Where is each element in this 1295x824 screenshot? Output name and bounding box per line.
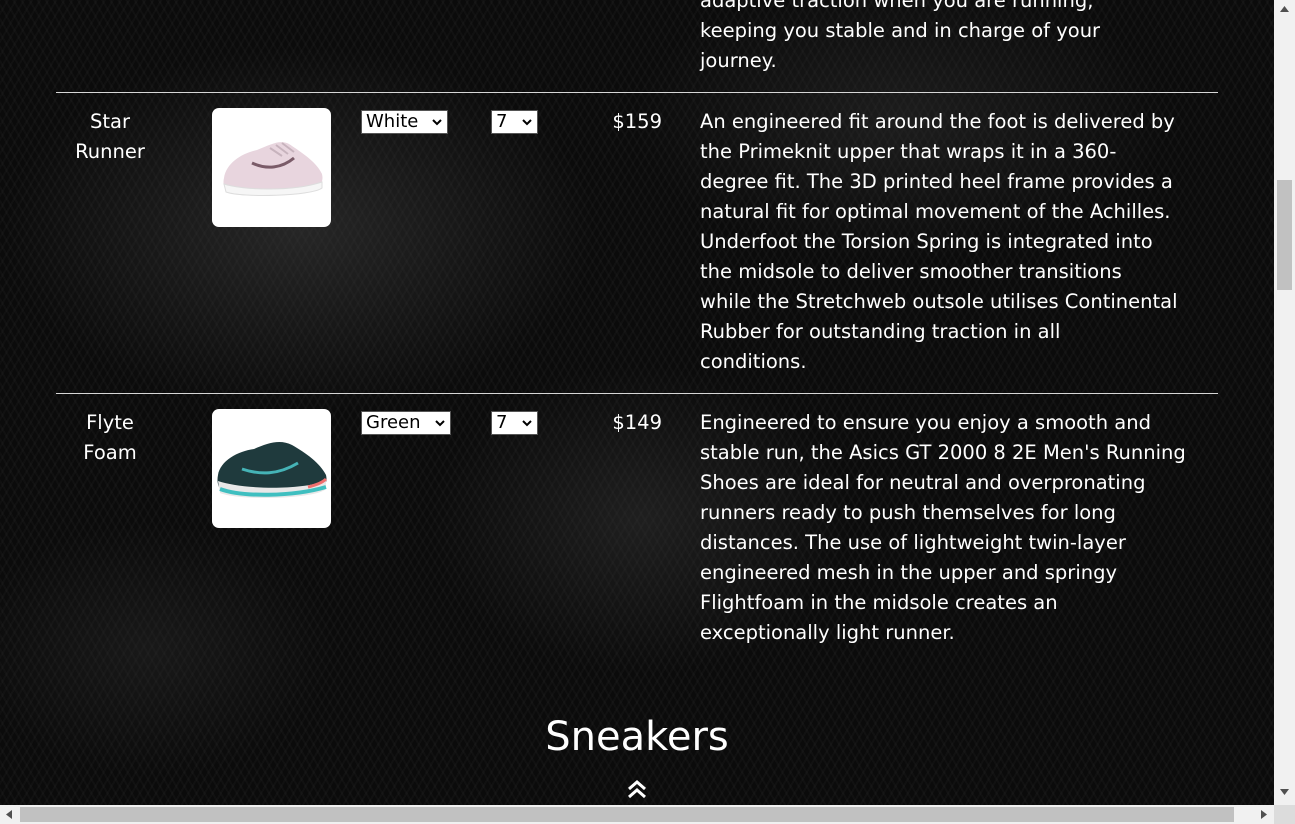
description-line: Underfoot the Torsion Spring is integrat… <box>700 230 1153 253</box>
description-line: Rubber for outstanding traction in all <box>700 320 1061 343</box>
scroll-up-arrow-icon[interactable] <box>1279 5 1290 13</box>
description-line: the Primeknit upper that wraps it in a 3… <box>700 140 1117 163</box>
color-select[interactable]: White <box>361 110 448 134</box>
section-title: Sneakers <box>545 714 729 760</box>
description-line: Engineered to ensure you enjoy a smooth … <box>700 411 1151 434</box>
description-line: An engineered fit around the foot is del… <box>700 110 1175 133</box>
description-line: keeping you stable and in charge of your <box>700 19 1101 42</box>
description-line: while the Stretchweb outsole utilises Co… <box>700 290 1178 313</box>
chevron-down-icon <box>435 420 445 427</box>
description-line: adaptive traction when you are running, <box>700 0 1094 12</box>
description-line: Flightfoam in the midsole creates an <box>700 591 1058 614</box>
size-select[interactable]: 7 <box>491 110 538 134</box>
product-name-line: Runner <box>75 140 145 163</box>
product-description: An engineered fit around the foot is del… <box>700 107 1210 377</box>
horizontal-scrollbar-thumb[interactable] <box>20 807 1234 822</box>
product-name-line: Flyte <box>86 411 134 434</box>
size-select-value: 7 <box>496 111 508 132</box>
vertical-scrollbar[interactable] <box>1274 0 1295 805</box>
chevron-down-icon <box>522 420 532 427</box>
description-line: Shoes are ideal for neutral and overpron… <box>700 471 1146 494</box>
shoe-image <box>223 142 323 196</box>
product-price: $149 <box>612 411 662 434</box>
color-select-value: White <box>366 111 419 132</box>
previous-product-description: adaptive traction when you are running, … <box>700 0 1210 76</box>
product-image-flyte-foam[interactable] <box>212 409 331 528</box>
product-name-line: Star <box>90 110 130 133</box>
product-name-line: Foam <box>83 441 137 464</box>
size-select[interactable]: 7 <box>491 411 538 435</box>
scroll-right-arrow-icon[interactable] <box>1260 809 1268 820</box>
shoe-image <box>217 442 328 498</box>
product-price: $159 <box>612 110 662 133</box>
product-name: Star Runner <box>55 107 165 167</box>
row-divider <box>56 92 1218 93</box>
description-line: stable run, the Asics GT 2000 8 2E Men's… <box>700 441 1186 464</box>
chevron-down-icon <box>522 119 532 126</box>
description-line: journey. <box>700 49 777 72</box>
row-divider <box>56 393 1218 394</box>
description-line: exceptionally light runner. <box>700 621 955 644</box>
scroll-left-arrow-icon[interactable] <box>5 809 13 820</box>
chevron-down-icon <box>432 119 442 126</box>
description-line: natural fit for optimal movement of the … <box>700 200 1171 223</box>
description-line: distances. The use of lightweight twin-l… <box>700 531 1126 554</box>
page-viewport: adaptive traction when you are running, … <box>0 0 1274 805</box>
size-select-value: 7 <box>496 412 508 433</box>
scroll-down-arrow-icon[interactable] <box>1279 788 1290 796</box>
product-description: Engineered to ensure you enjoy a smooth … <box>700 408 1210 648</box>
color-select[interactable]: Green <box>361 411 451 435</box>
product-name: Flyte Foam <box>55 408 165 468</box>
double-chevron-up-icon[interactable] <box>626 778 648 800</box>
product-image-star-runner[interactable] <box>212 108 331 227</box>
description-line: engineered mesh in the upper and springy <box>700 561 1118 584</box>
description-line: conditions. <box>700 350 807 373</box>
description-line: degree fit. The 3D printed heel frame pr… <box>700 170 1173 193</box>
description-line: runners ready to push themselves for lon… <box>700 501 1116 524</box>
description-line: the midsole to deliver smoother transiti… <box>700 260 1122 283</box>
vertical-scrollbar-thumb[interactable] <box>1277 180 1292 290</box>
color-select-value: Green <box>366 412 421 433</box>
scrollbar-corner <box>1274 805 1295 824</box>
